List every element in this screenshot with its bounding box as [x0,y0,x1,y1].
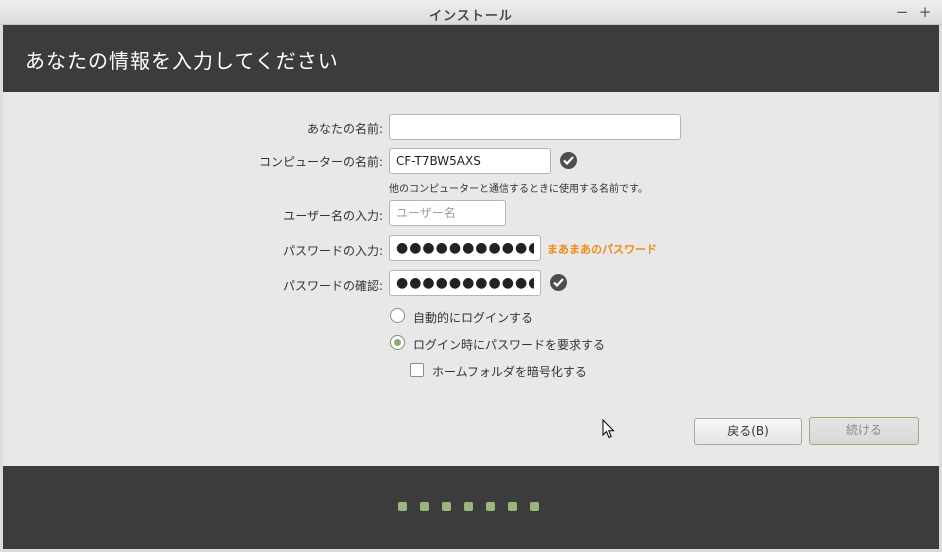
password-confirm-label: パスワードの確認: [282,279,383,293]
progress-step-dot [464,502,473,511]
username-input[interactable] [389,200,506,226]
name-input[interactable] [389,114,681,140]
page-title: あなたの情報を入力してください [25,49,339,73]
user-info-form: あなたの名前: コンピューターの名前: 他のコンピューターと通信するときに使用す… [3,92,939,466]
minimize-button[interactable]: − [894,3,910,21]
mouse-cursor-icon [602,418,615,443]
check-icon [550,274,567,291]
progress-step-dot [420,502,429,511]
progress-footer [3,466,939,549]
name-label: あなたの名前: [306,122,383,136]
progress-step-dot [530,502,539,511]
back-button[interactable]: 戻る(B) [694,418,802,445]
progress-step-dot [442,502,451,511]
encrypt-home-checkbox[interactable] [410,363,424,377]
auto-login-radio[interactable] [390,308,405,323]
encrypt-home-label[interactable]: ホームフォルダを暗号化する [432,363,587,380]
computer-name-label: コンピューターの名前: [258,155,383,169]
progress-step-dot [486,502,495,511]
username-label: ユーザー名の入力: [283,209,383,223]
require-password-label[interactable]: ログイン時にパスワードを要求する [413,336,605,353]
window-titlebar[interactable]: インストール − + [0,0,942,25]
progress-step-dot [508,502,517,511]
page-header: あなたの情報を入力してください [3,25,939,92]
password-strength-label: まあまあのパスワード [547,243,657,256]
require-password-radio[interactable] [390,335,405,350]
computer-name-hint: 他のコンピューターと通信するときに使用する名前です。 [389,184,648,195]
window-title: インストール [429,9,513,24]
progress-step-dot [398,502,407,511]
password-input[interactable] [389,235,541,261]
auto-login-label[interactable]: 自動的にログインする [413,309,533,326]
check-icon [560,152,577,169]
continue-button[interactable]: 続ける [809,417,919,445]
password-confirm-input[interactable] [389,270,541,296]
maximize-button[interactable]: + [917,3,933,21]
password-label: パスワードの入力: [282,244,383,258]
computer-name-input[interactable] [389,148,551,174]
